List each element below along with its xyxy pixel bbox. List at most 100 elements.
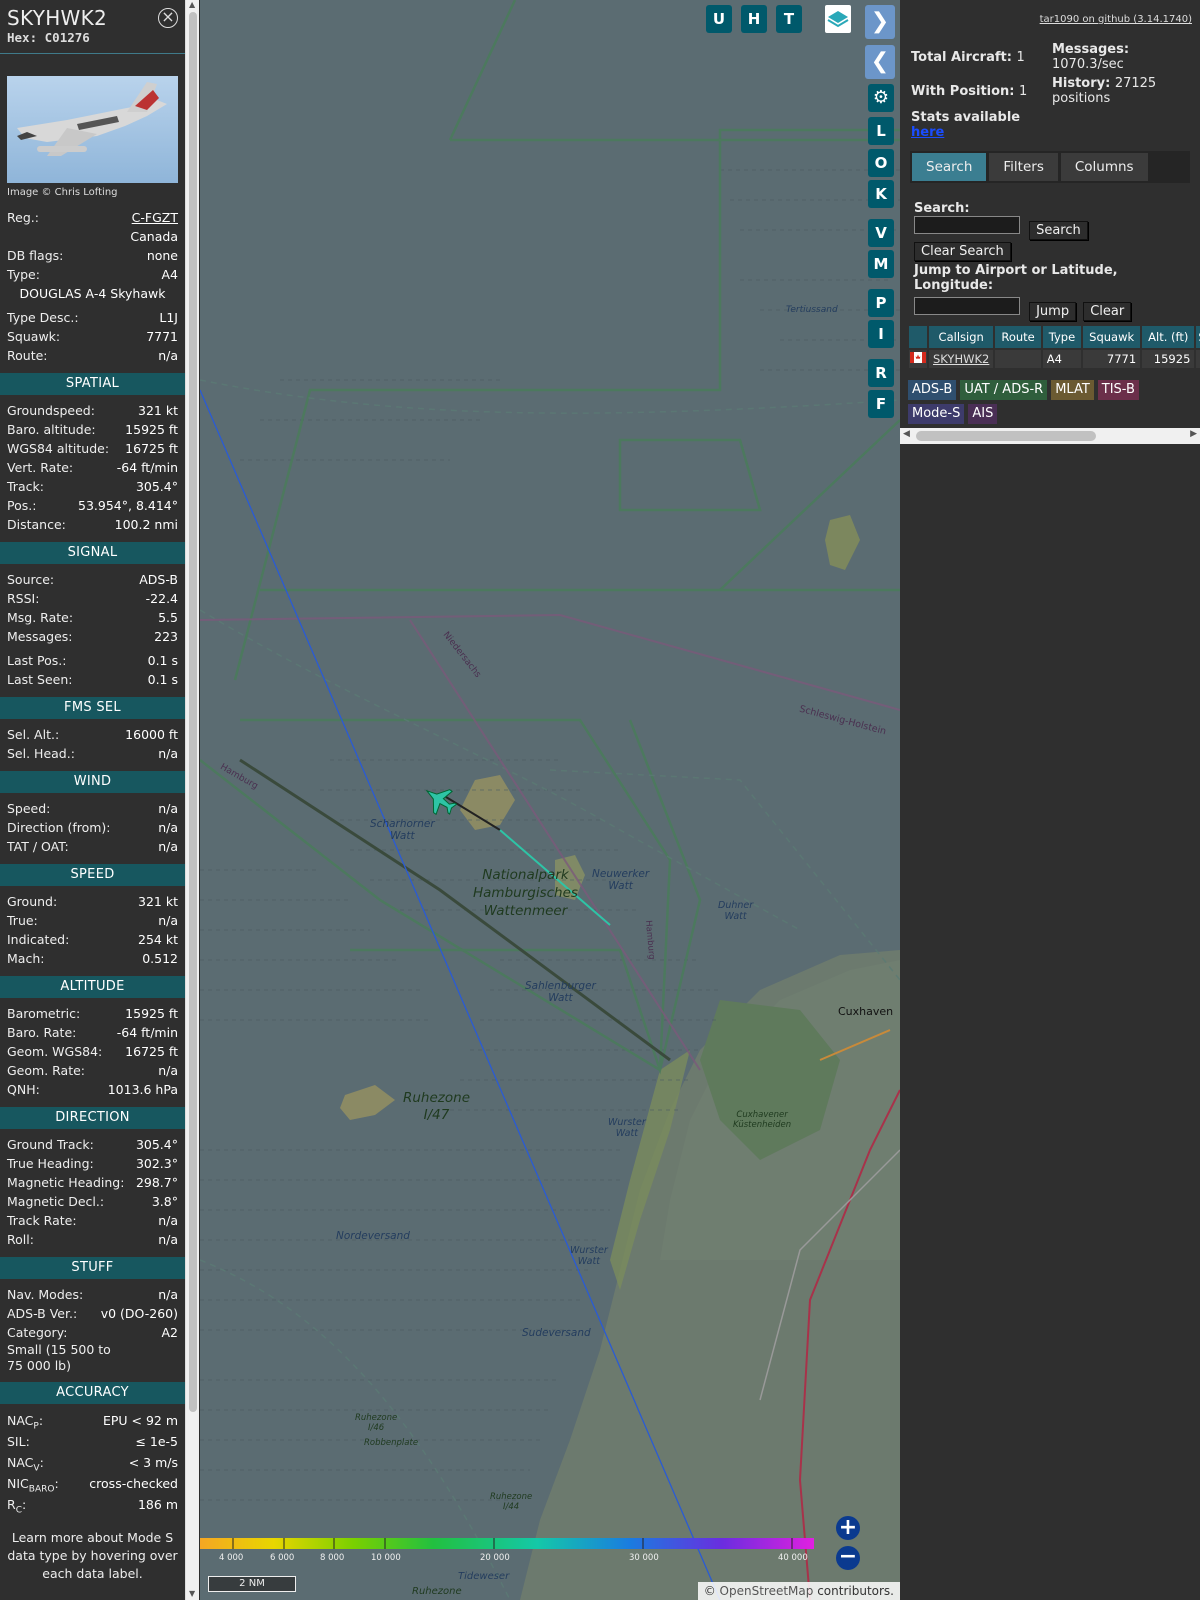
- toggle-u-button[interactable]: U: [706, 5, 732, 33]
- scroll-down-arrow[interactable]: ▼: [189, 1589, 195, 1598]
- panel-scroll-thumb[interactable]: [916, 431, 1096, 441]
- tab-columns[interactable]: Columns: [1060, 153, 1148, 181]
- panel-horizontal-scrollbar[interactable]: ◀ ▶: [900, 428, 1200, 444]
- toggle-o-button[interactable]: O: [868, 149, 894, 177]
- col-squawk[interactable]: Squawk: [1083, 326, 1141, 348]
- tab-search[interactable]: Search: [912, 153, 987, 181]
- info-row-label: True:: [7, 913, 38, 928]
- jump-button[interactable]: Jump: [1029, 302, 1077, 321]
- collapse-left-button[interactable]: ❮: [865, 45, 895, 79]
- sahlenburger-line-2: Watt: [548, 992, 573, 1004]
- speed-list: Ground: 321 kt True: n/a Indicated: 254 kt Mac…: [0, 892, 185, 968]
- accuracy-label-colon: :: [21, 1497, 27, 1512]
- info-scrollbar[interactable]: ▲ ▼: [185, 0, 199, 1600]
- callsign-link[interactable]: SKYHWK2: [933, 352, 989, 366]
- settings-button[interactable]: ⚙: [868, 84, 894, 112]
- messages-stat: Messages: 1070.3/sec: [1052, 42, 1192, 72]
- row-speed: [1196, 350, 1200, 368]
- canada-flag-icon: [910, 352, 926, 363]
- dbflags-value: none: [146, 248, 178, 263]
- col-callsign[interactable]: Callsign: [929, 326, 994, 348]
- info-row: Distance: 100.2 nmi: [0, 515, 185, 534]
- info-row-value: 53.954°, 8.414°: [78, 498, 178, 513]
- info-row-label: Messages:: [7, 629, 73, 644]
- toggle-m-button[interactable]: M: [868, 250, 894, 278]
- accuracy-label-text: NIC: [7, 1476, 29, 1491]
- toggle-t-button[interactable]: T: [776, 5, 802, 33]
- accuracy-row: NACV: < 3 m/s: [0, 1452, 185, 1474]
- layers-button[interactable]: [825, 5, 851, 33]
- label-wurster-1: Wurster Watt: [608, 1117, 646, 1139]
- ruhezone-i46-line-2: I/46: [368, 1423, 385, 1433]
- info-row: Nav. Modes: n/a: [0, 1285, 185, 1304]
- toggle-f-button[interactable]: F: [868, 390, 894, 418]
- flag-column-header[interactable]: [909, 326, 927, 348]
- toggle-i-button[interactable]: I: [868, 320, 894, 348]
- duhner-line-1: Duhner: [718, 900, 754, 911]
- toggle-h-button[interactable]: H: [741, 5, 767, 33]
- clear-button[interactable]: Clear: [1083, 302, 1132, 321]
- col-route[interactable]: Route: [995, 326, 1041, 348]
- info-row: True: n/a: [0, 911, 185, 930]
- info-row-label: ADS-B Ver.:: [7, 1306, 78, 1321]
- zoom-out-button[interactable]: −: [836, 1546, 860, 1570]
- info-row: Category: A2: [0, 1323, 185, 1342]
- expand-right-button[interactable]: ❯: [865, 5, 895, 39]
- info-row-value: 298.7°: [135, 1175, 178, 1190]
- aircraft-photo[interactable]: [7, 76, 178, 183]
- row-callsign[interactable]: SKYHWK2: [929, 350, 994, 368]
- category-desc-row: Small (15 500 to: [0, 1342, 185, 1358]
- altitude-scale-label: 40 000: [778, 1553, 808, 1563]
- info-row-label: Geom. Rate:: [7, 1063, 86, 1078]
- scroll-up-arrow[interactable]: ▲: [189, 0, 195, 9]
- section-stuff: STUFF: [0, 1257, 185, 1279]
- github-link[interactable]: tar1090 on github (3.14.1740): [1040, 14, 1192, 25]
- search-button[interactable]: Search: [1029, 221, 1088, 240]
- map-view[interactable]: Nationalpark Hamburgisches Wattenmeer Scha…: [200, 0, 900, 1600]
- close-icon[interactable]: ×: [158, 8, 178, 28]
- scroll-left-arrow[interactable]: ◀: [903, 429, 910, 439]
- history-stat: History: 27125 positions: [1052, 76, 1192, 106]
- info-row-label: Baro. Rate:: [7, 1025, 77, 1040]
- panel-tabs: Search Filters Columns: [910, 151, 1190, 183]
- table-row[interactable]: SKYHWK2 A4 7771 15925: [909, 350, 1200, 368]
- col-altitude[interactable]: Alt. (ft): [1142, 326, 1195, 348]
- info-row-value: 15925 ft: [125, 1006, 178, 1021]
- toggle-v-button[interactable]: V: [868, 219, 894, 247]
- toggle-r-button[interactable]: R: [868, 359, 894, 387]
- category-desc-2: 75 000 lb): [7, 1358, 71, 1373]
- toggle-k-button[interactable]: K: [868, 180, 894, 208]
- col-speed[interactable]: Sp: [1196, 326, 1200, 348]
- ruhezone-i44-line-1: Ruhezone: [490, 1492, 533, 1502]
- altitude-color-scale: [200, 1538, 814, 1549]
- clear-search-button[interactable]: Clear Search: [914, 242, 1011, 261]
- jump-input[interactable]: [914, 297, 1020, 315]
- tab-filters[interactable]: Filters: [989, 153, 1058, 181]
- wurster-1-line-2: Watt: [615, 1128, 638, 1139]
- zoom-in-button[interactable]: +: [836, 1516, 860, 1540]
- toggle-l-button[interactable]: L: [868, 117, 894, 145]
- info-scroll-thumb[interactable]: [189, 12, 197, 1412]
- info-row: ADS-B Ver.: v0 (DO-260): [0, 1304, 185, 1323]
- label-neuwerker: Neuwerker Watt: [592, 868, 649, 892]
- scroll-right-arrow[interactable]: ▶: [1190, 429, 1197, 439]
- accuracy-value: EPU < 92 m: [102, 1413, 178, 1428]
- search-input[interactable]: [914, 216, 1020, 234]
- info-row: Track: 305.4°: [0, 477, 185, 496]
- info-row: Speed: n/a: [0, 799, 185, 818]
- altitude-scale-label: 10 000: [371, 1553, 401, 1563]
- registration-link[interactable]: C-FGZT: [132, 208, 178, 227]
- col-type[interactable]: Type: [1042, 326, 1082, 348]
- info-row-value: 15925 ft: [125, 422, 178, 437]
- info-row-value: v0 (DO-260): [100, 1306, 178, 1321]
- accuracy-value: ≤ 1e-5: [135, 1434, 178, 1449]
- osm-link[interactable]: OpenStreetMap: [720, 1584, 814, 1598]
- section-spatial: SPATIAL: [0, 373, 185, 395]
- aircraft-marker[interactable]: [419, 779, 461, 820]
- stats-link[interactable]: here: [911, 125, 944, 140]
- info-row-value: n/a: [158, 1063, 178, 1078]
- toggle-p-button[interactable]: P: [868, 289, 894, 317]
- route-value: n/a: [158, 348, 178, 363]
- info-row-label: Groundspeed:: [7, 403, 95, 418]
- info-row-label: Magnetic Heading:: [7, 1175, 125, 1190]
